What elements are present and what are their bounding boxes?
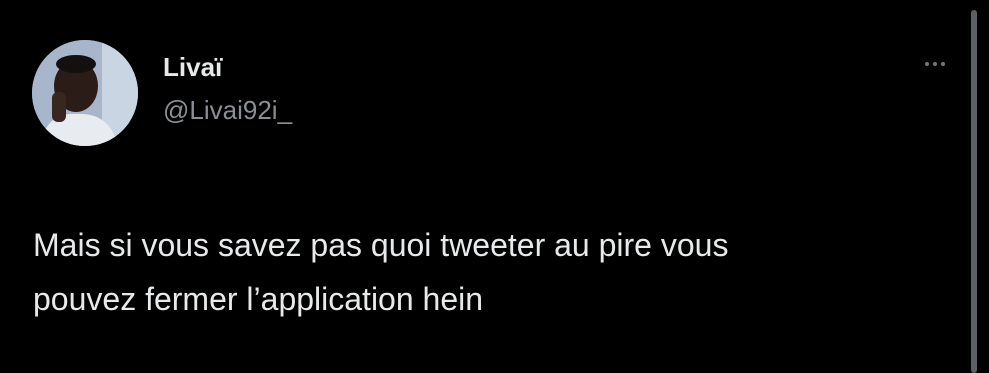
author-handle[interactable]: @Livai92i_ [163, 95, 292, 125]
tweet-text: Mais si vous savez pas quoi tweeter au p… [33, 218, 953, 326]
more-options-button[interactable] [913, 52, 957, 76]
author-display-name[interactable]: Livaï [163, 52, 222, 82]
tweet-text-line: pouvez fermer l’application hein [33, 281, 484, 317]
avatar[interactable] [32, 40, 138, 146]
avatar-photo [32, 40, 138, 146]
tweet-card[interactable]: Livaï @Livai92i_ Mais si vous savez pas … [0, 0, 989, 373]
tweet-text-line: Mais si vous savez pas quoi tweeter au p… [33, 227, 729, 263]
scrollbar[interactable] [971, 10, 977, 373]
ellipsis-icon [941, 62, 945, 66]
ellipsis-icon [933, 62, 937, 66]
ellipsis-icon [925, 62, 929, 66]
